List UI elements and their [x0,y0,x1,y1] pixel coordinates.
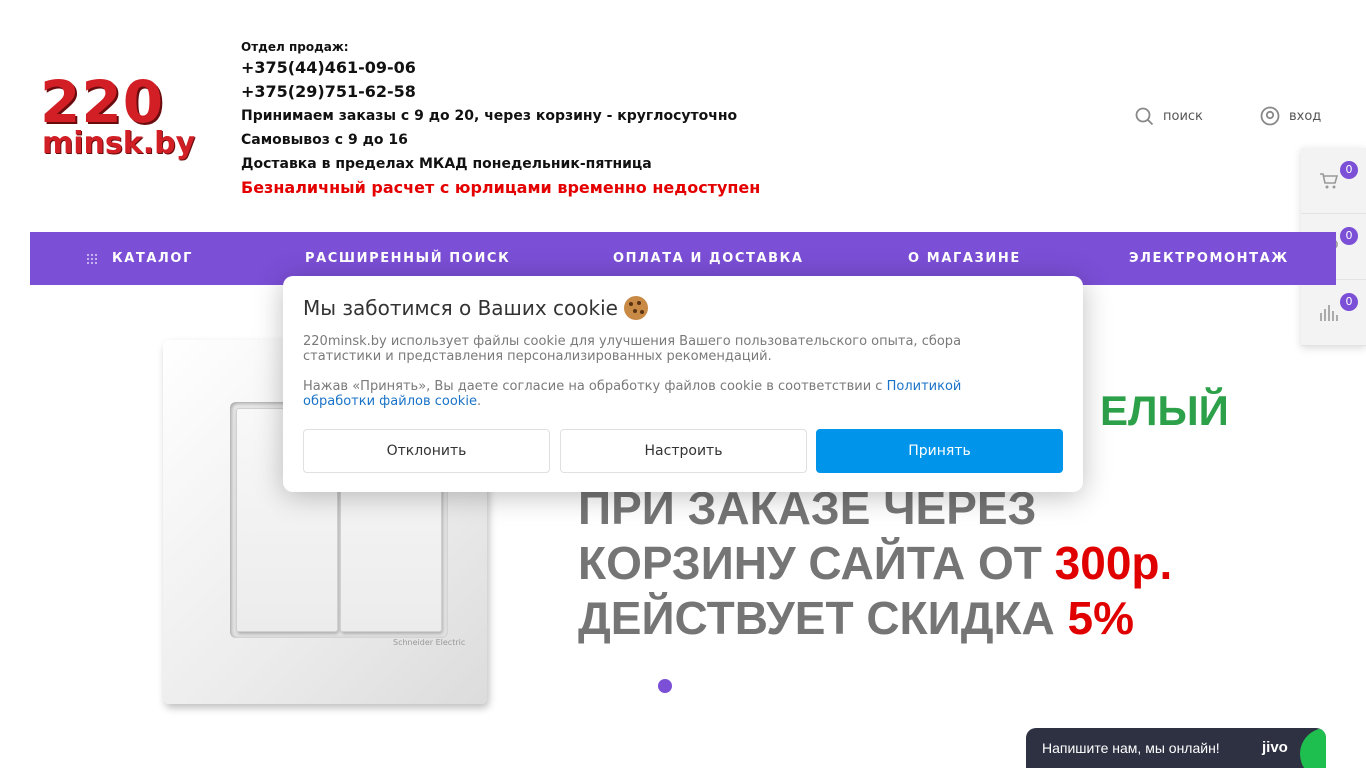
configure-button[interactable]: Настроить [560,429,807,473]
login-label: вход [1289,108,1322,124]
logo-domain: minsk.by [42,126,196,161]
chat-widget[interactable]: Напишите нам, мы онлайн! jivo [1026,728,1326,768]
banner-discount: 5% [1067,592,1135,644]
cookie-dialog: Мы заботимся о Ваших cookie 220minsk.by … [283,276,1083,492]
chat-status-indicator [1300,728,1326,768]
nav-catalog[interactable]: КАТАЛОГ [86,232,193,285]
login-button[interactable]: вход [1260,104,1321,128]
favorites-count: 0 [1340,227,1358,245]
switch-brand: Schneider Electric [393,638,466,647]
pickup-hours: Самовывоз с 9 до 16 [241,132,408,148]
search-label: поиск [1163,108,1203,124]
order-hours: Принимаем заказы с 9 до 20, через корзин… [241,108,738,124]
delivery-info: Доставка в пределах МКАД понедельник-пят… [241,156,652,172]
chat-text: Напишите нам, мы онлайн! [1042,740,1220,756]
search-button[interactable]: поиск [1135,104,1203,128]
banner-min-sum: 300р. [1054,537,1173,589]
cart-icon [1319,172,1338,188]
cookie-icon [623,296,648,320]
banner-line-3: ДЕЙСТВУЕТ СКИДКА 5% [578,592,1135,644]
grid-dots-icon [86,253,98,264]
slider-dot[interactable] [658,679,672,693]
sales-dept-label: Отдел продаж: [241,40,349,54]
jivo-logo: jivo [1262,739,1288,756]
search-icon [1135,107,1154,125]
nav-electrical[interactable]: ЭЛЕКТРОМОНТАЖ [1129,232,1289,285]
phone-1[interactable]: +375(44)461-09-06 [241,56,760,80]
cookie-title: Мы заботимся о Ваших cookie [303,296,648,320]
cookie-description: 220minsk.by использует файлы cookie для … [303,334,962,364]
accept-button[interactable]: Принять [816,429,1063,473]
nav-catalog-label: КАТАЛОГ [112,251,193,266]
banner-partial-text: ЕЛЫЙ [1100,387,1229,434]
decline-button[interactable]: Отклонить [303,429,550,473]
logo-number: 220 [40,68,165,136]
cart-count: 0 [1340,161,1358,179]
banner-line-2: КОРЗИНУ САЙТА ОТ 300р. [578,537,1173,589]
cashless-warning: Безналичный расчет с юрлицами временно н… [241,178,761,197]
phone-2[interactable]: +375(29)751-62-58 [241,80,760,104]
site-logo[interactable]: 220 minsk.by [40,68,202,164]
side-cart[interactable]: 0 [1301,148,1366,214]
header-contacts: Отдел продаж: +375(44)461-09-06 +375(29)… [241,38,760,200]
user-icon [1260,106,1280,126]
cookie-consent-text: Нажав «Принять», Вы даете согласие на об… [303,379,962,409]
